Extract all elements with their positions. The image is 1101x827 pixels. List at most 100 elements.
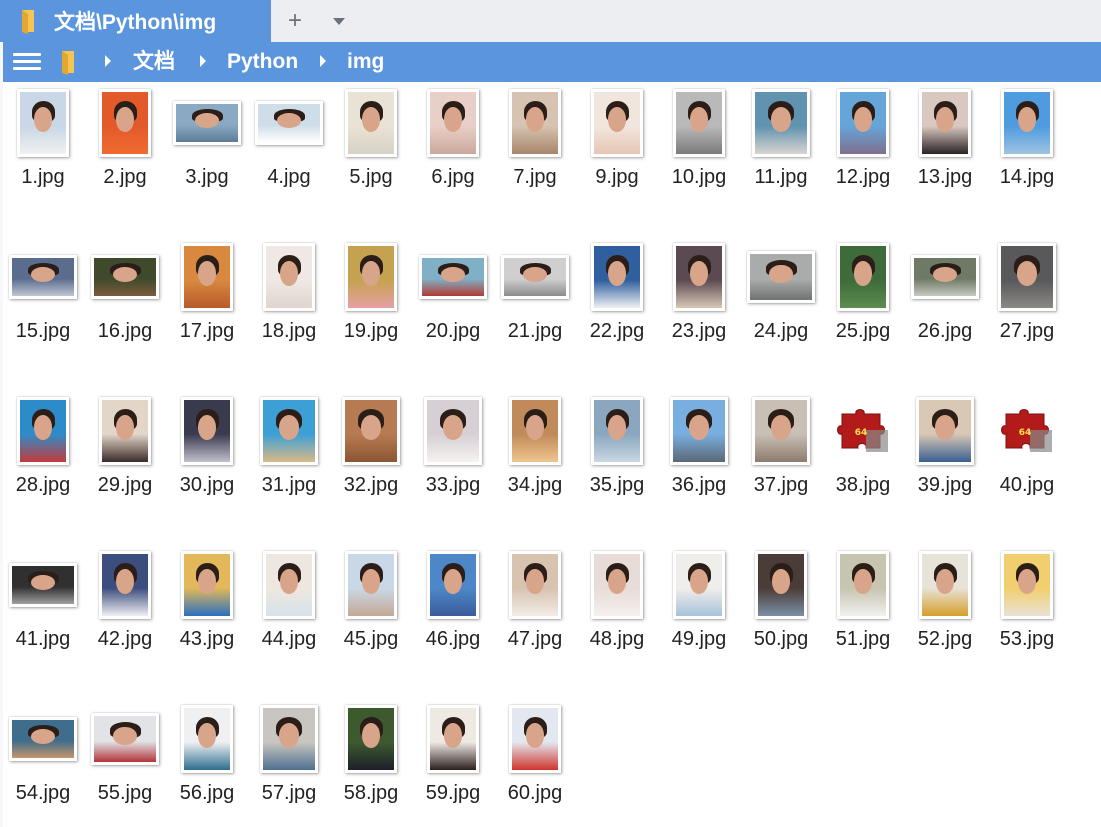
file-item[interactable]: 4.jpg [249,82,329,202]
thumbnail-area [167,548,247,622]
file-item[interactable]: 48.jpg [577,544,657,664]
file-item[interactable]: 24.jpg [741,236,821,356]
file-name: 56.jpg [179,782,235,804]
file-item[interactable]: 51.jpg [823,544,903,664]
thumbnail-area [577,86,657,160]
file-name: 36.jpg [671,474,727,496]
file-item[interactable]: 57.jpg [249,698,329,818]
file-item[interactable]: 20.jpg [413,236,493,356]
tab-img-folder[interactable]: 文档\Python\img [0,0,271,42]
breadcrumb-img[interactable]: img [347,42,384,82]
file-item[interactable]: 30.jpg [167,390,247,510]
thumbnail-area [85,240,165,314]
file-name: 41.jpg [15,628,71,650]
photo-thumbnail [181,243,233,311]
file-item[interactable]: 34.jpg [495,390,575,510]
svg-text:64: 64 [1019,428,1032,438]
file-item[interactable]: 32.jpg [331,390,411,510]
file-name: 39.jpg [917,474,973,496]
photo-thumbnail [591,551,643,619]
file-item[interactable]: 64 40.jpg [987,390,1067,510]
chevron-right-icon[interactable] [320,55,326,67]
photo-thumbnail [419,255,487,299]
file-item[interactable]: 60.jpg [495,698,575,818]
file-item[interactable]: 5.jpg [331,82,411,202]
file-item[interactable]: 6.jpg [413,82,493,202]
file-item[interactable]: 31.jpg [249,390,329,510]
file-item[interactable]: 21.jpg [495,236,575,356]
file-item[interactable]: 23.jpg [659,236,739,356]
file-item[interactable]: 13.jpg [905,82,985,202]
file-item[interactable]: 35.jpg [577,390,657,510]
photo-thumbnail [99,551,151,619]
file-item[interactable]: 27.jpg [987,236,1067,356]
file-item[interactable]: 26.jpg [905,236,985,356]
thumbnail-area [167,394,247,468]
file-item[interactable]: 11.jpg [741,82,821,202]
photo-thumbnail [260,397,318,465]
file-item[interactable]: 7.jpg [495,82,575,202]
file-item[interactable]: 18.jpg [249,236,329,356]
thumbnail-area [905,548,985,622]
file-item[interactable]: 56.jpg [167,698,247,818]
photo-thumbnail [509,551,561,619]
file-item[interactable]: 54.jpg [3,698,83,818]
file-name: 52.jpg [917,628,973,650]
file-item[interactable]: 9.jpg [577,82,657,202]
thumbnail-area [249,86,329,160]
photo-thumbnail [501,255,569,299]
file-item[interactable]: 12.jpg [823,82,903,202]
file-item[interactable]: 25.jpg [823,236,903,356]
chevron-right-icon[interactable] [200,55,206,67]
file-item[interactable]: 15.jpg [3,236,83,356]
file-item[interactable]: 3.jpg [167,82,247,202]
file-item[interactable]: 37.jpg [741,390,821,510]
file-name: 21.jpg [507,320,563,342]
file-item[interactable]: 10.jpg [659,82,739,202]
thumbnail-area [3,86,83,160]
file-item[interactable]: 53.jpg [987,544,1067,664]
file-item[interactable]: 17.jpg [167,236,247,356]
file-item[interactable]: 33.jpg [413,390,493,510]
file-item[interactable]: 46.jpg [413,544,493,664]
folder-icon[interactable] [57,49,79,75]
file-item[interactable]: 36.jpg [659,390,739,510]
photo-thumbnail [9,255,77,299]
breadcrumb-python[interactable]: Python [227,42,298,82]
breadcrumb-wendang[interactable]: 文档 [133,42,175,82]
file-item[interactable]: 19.jpg [331,236,411,356]
file-item[interactable]: 22.jpg [577,236,657,356]
chevron-down-icon[interactable] [330,14,348,28]
file-item[interactable]: 28.jpg [3,390,83,510]
file-item[interactable]: 59.jpg [413,698,493,818]
file-item[interactable]: 41.jpg [3,544,83,664]
file-item[interactable]: 49.jpg [659,544,739,664]
file-item[interactable]: 1.jpg [3,82,83,202]
file-item[interactable]: 55.jpg [85,698,165,818]
thumbnail-area [3,240,83,314]
file-item[interactable]: 16.jpg [85,236,165,356]
file-item[interactable]: 39.jpg [905,390,985,510]
chevron-right-icon[interactable] [105,55,111,67]
new-tab-button[interactable]: + [283,8,307,34]
file-item[interactable]: 44.jpg [249,544,329,664]
menu-icon[interactable] [13,53,41,71]
photo-thumbnail [837,551,889,619]
file-item[interactable]: 29.jpg [85,390,165,510]
file-item[interactable]: 14.jpg [987,82,1067,202]
file-item[interactable]: 47.jpg [495,544,575,664]
photo-thumbnail [427,705,479,773]
file-item[interactable]: 50.jpg [741,544,821,664]
file-item[interactable]: 52.jpg [905,544,985,664]
photo-thumbnail [342,397,400,465]
photo-thumbnail [99,397,151,465]
photo-thumbnail [755,551,807,619]
file-item[interactable]: 45.jpg [331,544,411,664]
file-item[interactable]: 2.jpg [85,82,165,202]
file-item[interactable]: 64 38.jpg [823,390,903,510]
file-item[interactable]: 42.jpg [85,544,165,664]
file-item[interactable]: 43.jpg [167,544,247,664]
thumbnail-area [823,240,903,314]
file-item[interactable]: 58.jpg [331,698,411,818]
photo-thumbnail [837,89,889,157]
